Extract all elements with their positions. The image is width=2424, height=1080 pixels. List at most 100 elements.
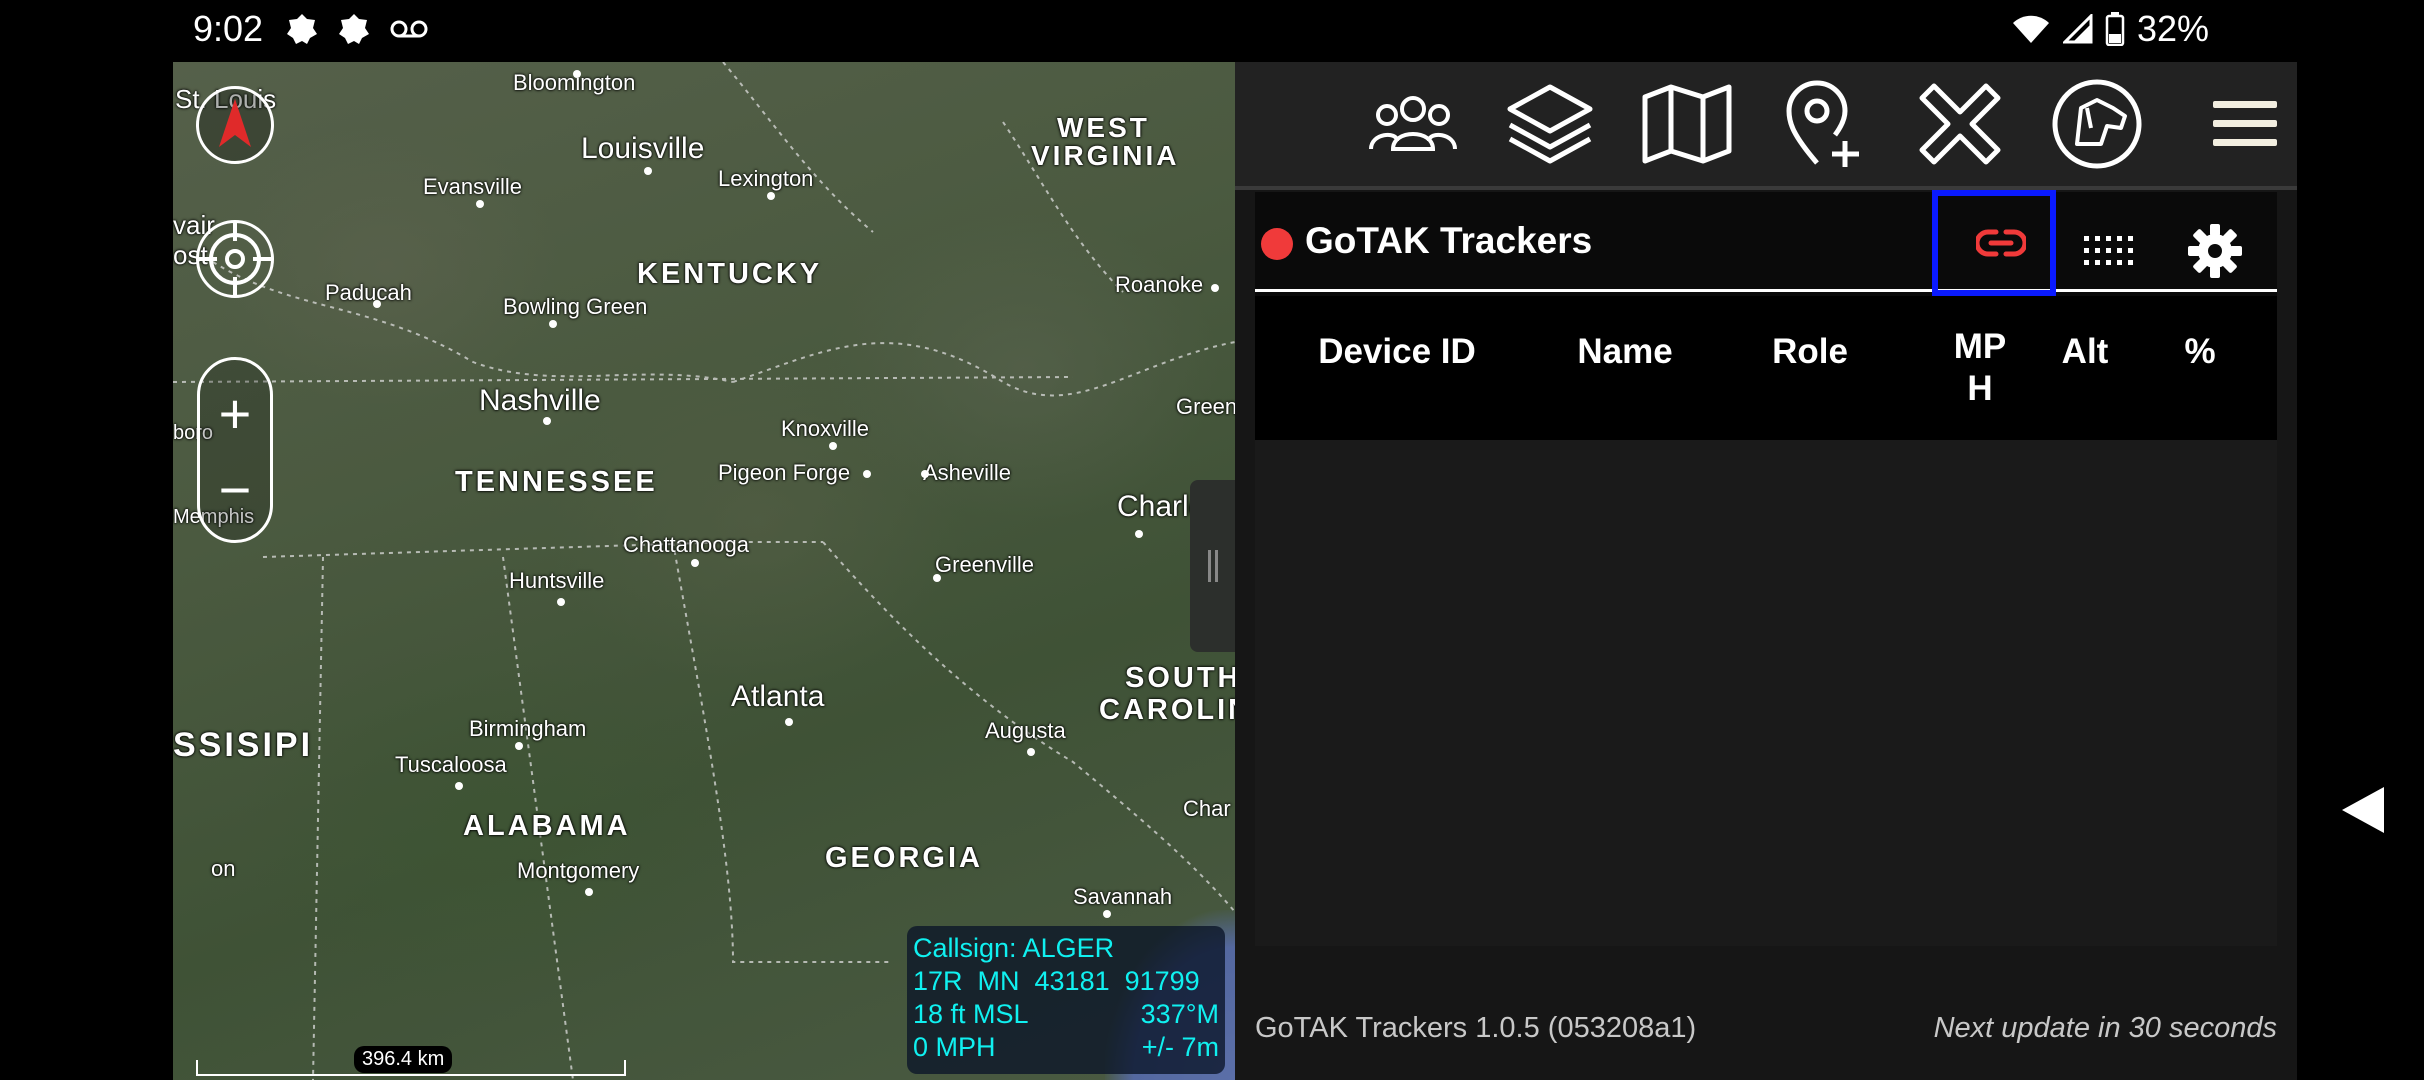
- map-label-city: on: [211, 856, 236, 881]
- status-bar: 9:02 32%: [0, 0, 2424, 62]
- column-header[interactable]: Device ID: [1317, 332, 1477, 372]
- dog-tracker-button[interactable]: [2047, 74, 2147, 174]
- crosshair-icon: [199, 223, 271, 295]
- layers-button[interactable]: [1500, 74, 1600, 174]
- map-label-state: TENNESSEE: [455, 466, 658, 498]
- map-label-state: VIRGINIA: [1031, 140, 1180, 171]
- zoom-out-button[interactable]: −: [200, 460, 270, 520]
- map-label-city: Paducah: [325, 280, 412, 305]
- city-dot: [543, 417, 551, 425]
- status-time: 9:02: [193, 8, 264, 49]
- city-dot: [1135, 530, 1143, 538]
- city-dot: [691, 559, 699, 567]
- column-header[interactable]: %: [2175, 332, 2225, 372]
- footer-version: GoTAK Trackers 1.0.5 (053208a1): [1255, 1012, 1697, 1044]
- city-dot: [373, 300, 381, 308]
- map-label-city: Pigeon Forge: [718, 460, 851, 485]
- city-dot: [1027, 748, 1035, 756]
- city-dot: [1211, 284, 1219, 292]
- map-label-city: Roanoke: [1115, 272, 1204, 297]
- city-dot: [476, 200, 484, 208]
- trackers-table-body[interactable]: [1255, 440, 2277, 946]
- nav-back-icon[interactable]: [2340, 785, 2386, 835]
- city-dot: [549, 320, 557, 328]
- status-right: 32%: [2011, 8, 2209, 50]
- city-dot: [863, 470, 871, 478]
- city-dot: [585, 888, 593, 896]
- link-icon: [1976, 229, 2026, 257]
- column-header[interactable]: Role: [1765, 332, 1855, 372]
- close-x-icon: [1919, 83, 2001, 165]
- zoom-in-button[interactable]: +: [200, 384, 270, 444]
- map-label-city: Birmingham: [469, 716, 587, 741]
- settings-button[interactable]: [2180, 216, 2250, 286]
- column-header[interactable]: Name: [1570, 332, 1680, 372]
- map-label-city: Nashville: [479, 384, 601, 417]
- map-label-city: Green: [1176, 394, 1235, 419]
- locate-me-button[interactable]: [196, 220, 274, 298]
- city-dot: [767, 192, 775, 200]
- map-icon: [1642, 84, 1732, 164]
- map-label-city: Bowling Green: [503, 294, 648, 319]
- city-dot: [933, 574, 941, 582]
- layers-icon: [1507, 84, 1593, 164]
- map-label-state: ALABAMA: [463, 810, 631, 842]
- city-dot: [557, 598, 565, 606]
- top-toolbar: [1235, 62, 2297, 190]
- city-dot: [455, 782, 463, 790]
- callsign-text: Callsign: ALGER: [913, 933, 1115, 963]
- column-header[interactable]: MP H: [1940, 326, 2020, 410]
- map-label-state: SOUTH: [1125, 662, 1235, 694]
- map-label-city: Atlanta: [731, 680, 825, 713]
- heading-text: 337°M: [1140, 999, 1219, 1029]
- map-label-state: GEORGIA: [825, 842, 983, 874]
- north-arrow-icon: [219, 99, 251, 147]
- map-label-state: KENTUCKY: [637, 258, 823, 290]
- footer-next-update: Next update in 30 seconds: [1933, 1012, 2277, 1044]
- map-label-city: Montgomery: [517, 858, 640, 883]
- compass-north-button[interactable]: [196, 86, 274, 164]
- map-view[interactable]: St. Louis Bloomington Louisville WEST VI…: [173, 62, 1235, 1080]
- self-info-overlay[interactable]: Callsign: ALGER 17R MN 43181 91799 18 ft…: [907, 926, 1225, 1074]
- map-label-state: SSISIPI: [173, 726, 314, 764]
- add-point-button[interactable]: [1773, 74, 1873, 174]
- right-panel: GoTAK Trackers Device ID Name Role MP H …: [1235, 62, 2297, 1080]
- map-scale-bar: 396.4 km: [196, 1046, 626, 1076]
- city-dot: [921, 470, 929, 478]
- plugin-header: GoTAK Trackers: [1255, 190, 2277, 296]
- contacts-icon: [1369, 96, 1457, 151]
- contacts-button[interactable]: [1363, 74, 1463, 174]
- map-label-city: Char: [1183, 796, 1231, 821]
- gear-icon: [2188, 224, 2242, 278]
- city-dot: [829, 442, 837, 450]
- map-label-city: Chattanooga: [623, 532, 749, 557]
- accuracy-text: +/- 7m: [1141, 1032, 1219, 1062]
- dog-tracker-icon: [2052, 79, 2142, 169]
- zoom-control: + −: [197, 357, 273, 543]
- battery-icon: [2105, 12, 2125, 46]
- connection-status-dot: [1261, 228, 1293, 260]
- menu-icon: [2213, 101, 2277, 146]
- city-dot: [573, 70, 581, 78]
- plugin-title: GoTAK Trackers: [1305, 220, 1593, 261]
- trackers-table-header: Device ID Name Role MP H Alt %: [1255, 296, 2277, 440]
- map-label-city: Tuscaloosa: [395, 752, 507, 777]
- map-label-city: Asheville: [923, 460, 1012, 485]
- close-tool-button[interactable]: [1910, 74, 2010, 174]
- add-point-icon: [1786, 80, 1859, 167]
- column-header[interactable]: Alt: [2055, 332, 2115, 372]
- scale-label: 396.4 km: [354, 1046, 453, 1073]
- grid-view-button[interactable]: [2074, 216, 2144, 286]
- map-label-city: Evansville: [423, 174, 523, 199]
- notification-icon: [339, 14, 369, 44]
- map-label-city: Louisville: [581, 132, 705, 165]
- map-label-city: Huntsville: [509, 568, 605, 593]
- main-menu-button[interactable]: [2195, 74, 2295, 174]
- panel-drag-handle[interactable]: [1190, 480, 1235, 652]
- city-dot: [785, 718, 793, 726]
- map-button[interactable]: [1637, 74, 1737, 174]
- signal-icon: [2062, 14, 2093, 44]
- link-button[interactable]: [1932, 190, 2056, 296]
- map-label-city: Savannah: [1073, 884, 1173, 909]
- map-label-city: Greenville: [935, 552, 1035, 577]
